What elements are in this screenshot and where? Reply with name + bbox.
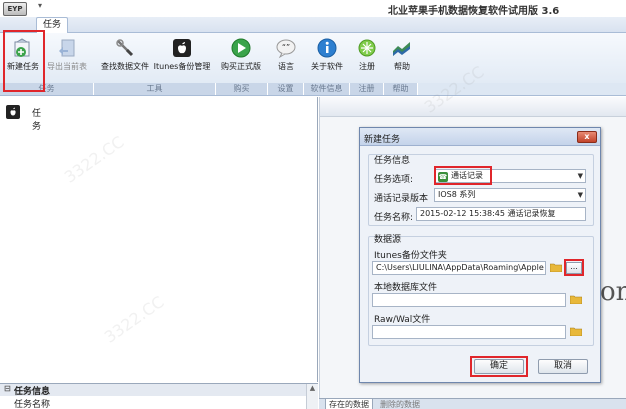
folder-icon[interactable] — [550, 262, 562, 272]
folder-icon[interactable] — [570, 294, 582, 304]
raw-wal-input[interactable] — [372, 325, 566, 339]
background-text: on — [600, 277, 626, 307]
register-icon — [358, 39, 376, 57]
call-log-version-label: 通话记录版本 — [374, 194, 429, 204]
data-tabs: 存在的数据 删除的数据 — [319, 398, 626, 409]
browse-highlight — [564, 259, 584, 276]
ribbon-group-labels: 任务 工具 购买 设置 软件信息 注册 帮助 — [0, 83, 626, 95]
chevron-down-icon: ▼ — [577, 172, 583, 180]
properties-scrollbar[interactable]: ▲ — [306, 384, 318, 409]
find-data-file-label: 查找数据文件 — [101, 62, 149, 71]
properties-header-label: 任务信息 — [14, 387, 51, 397]
local-db-input[interactable] — [372, 293, 566, 307]
about-software-label: 关于软件 — [311, 62, 343, 71]
group-label-filler — [418, 83, 626, 95]
ok-highlight — [470, 356, 528, 377]
buy-full-version-button[interactable]: 购买正式版 — [217, 35, 265, 81]
task-option-label: 任务选项: — [374, 175, 414, 185]
about-software-button[interactable]: 关于软件 — [308, 35, 346, 81]
itunes-backup-label: Itunes备份管理 — [153, 62, 211, 71]
register-label: 注册 — [359, 62, 375, 71]
export-table-label: 导出当前表 — [47, 62, 87, 71]
language-button[interactable]: “” 语言 — [274, 35, 298, 81]
itunes-folder-input[interactable]: C:\Users\LIULINA\AppData\Roaming\Apple C… — [372, 261, 546, 275]
new-task-dialog: 新建任务 x 任务信息 任务选项: ☎ 通话记录 ▼ 通话记录版本 IOS8 系列… — [359, 127, 601, 383]
window-title: 北业苹果手机数据恢复软件试用版 3.6 — [388, 6, 560, 17]
buy-full-version-label: 购买正式版 — [221, 62, 261, 71]
new-task-highlight — [3, 30, 45, 92]
collapse-toggle-icon[interactable]: ⊟ — [4, 384, 11, 393]
group-label-software-info: 软件信息 — [304, 83, 350, 95]
call-log-version-select[interactable]: IOS8 系列 ▼ — [434, 188, 586, 202]
ribbon: 新建任务 导出当前表 查找数据文件 Itunes备份管理 购买正式版 “” 语言… — [0, 33, 626, 96]
task-info-label: 任务信息 — [374, 156, 411, 166]
dialog-title-bar[interactable]: 新建任务 x — [360, 128, 600, 146]
ribbon-tab-strip: 任务 — [0, 17, 626, 33]
data-source-label: 数据源 — [374, 235, 402, 245]
folder-icon[interactable] — [570, 326, 582, 336]
export-table-button[interactable]: 导出当前表 — [44, 35, 90, 81]
group-label-tools: 工具 — [94, 83, 216, 95]
task-name-input[interactable]: 2015-02-12 15:38:45 通话记录恢复 — [416, 207, 586, 221]
task-tree-pane: 任务 — [0, 97, 318, 382]
help-icon — [393, 42, 410, 56]
buy-icon — [231, 38, 251, 58]
group-label-settings: 设置 — [268, 83, 304, 95]
group-label-help: 帮助 — [384, 83, 418, 95]
call-log-version-value: IOS8 系列 — [438, 190, 476, 199]
group-label-buy: 购买 — [216, 83, 268, 95]
language-icon: “” — [276, 39, 296, 59]
tree-item-label: 任务 — [32, 109, 42, 132]
app-logo-text: EYP — [3, 2, 27, 16]
data-view-toolbar — [320, 97, 626, 117]
search-file-icon — [116, 39, 134, 57]
chevron-down-icon: ▼ — [577, 191, 583, 199]
about-icon — [317, 38, 337, 58]
raw-wal-label: Raw/Wal文件 — [374, 315, 431, 325]
local-db-label: 本地数据库文件 — [374, 283, 438, 293]
find-data-file-button[interactable]: 查找数据文件 — [97, 35, 153, 81]
property-row-task-name: 任务名称 — [14, 400, 51, 409]
quick-access-dropdown-icon[interactable]: ▾ — [38, 1, 42, 10]
task-option-highlight — [434, 166, 492, 185]
properties-header[interactable]: ⊟ 任务信息 — [0, 384, 318, 397]
tab-deleted-data[interactable]: 删除的数据 — [377, 399, 423, 409]
cancel-button[interactable]: 取消 — [538, 359, 588, 374]
itunes-folder-label: Itunes备份文件夹 — [374, 251, 447, 261]
dialog-title: 新建任务 — [364, 135, 401, 145]
group-label-register: 注册 — [350, 83, 384, 95]
tab-existing-data[interactable]: 存在的数据 — [325, 399, 373, 409]
language-label: 语言 — [278, 62, 294, 71]
title-bar: EYP ▾ 北业苹果手机数据恢复软件试用版 3.6 — [0, 0, 626, 17]
help-button[interactable]: 帮助 — [390, 35, 414, 81]
task-name-label: 任务名称: — [374, 213, 414, 223]
apple-icon — [6, 105, 20, 119]
itunes-backup-button[interactable]: Itunes备份管理 — [152, 35, 212, 81]
app-window: EYP ▾ 北业苹果手机数据恢复软件试用版 3.6 任务 新建任务 导出当前表 — [0, 0, 626, 409]
itunes-backup-icon — [173, 39, 191, 57]
svg-text:“”: “” — [282, 43, 290, 52]
help-label: 帮助 — [394, 62, 410, 71]
register-button[interactable]: 注册 — [355, 35, 379, 81]
export-icon — [59, 39, 75, 57]
close-button[interactable]: x — [577, 131, 597, 143]
properties-panel: ⊟ 任务信息 任务名称 ▲ — [0, 383, 318, 409]
